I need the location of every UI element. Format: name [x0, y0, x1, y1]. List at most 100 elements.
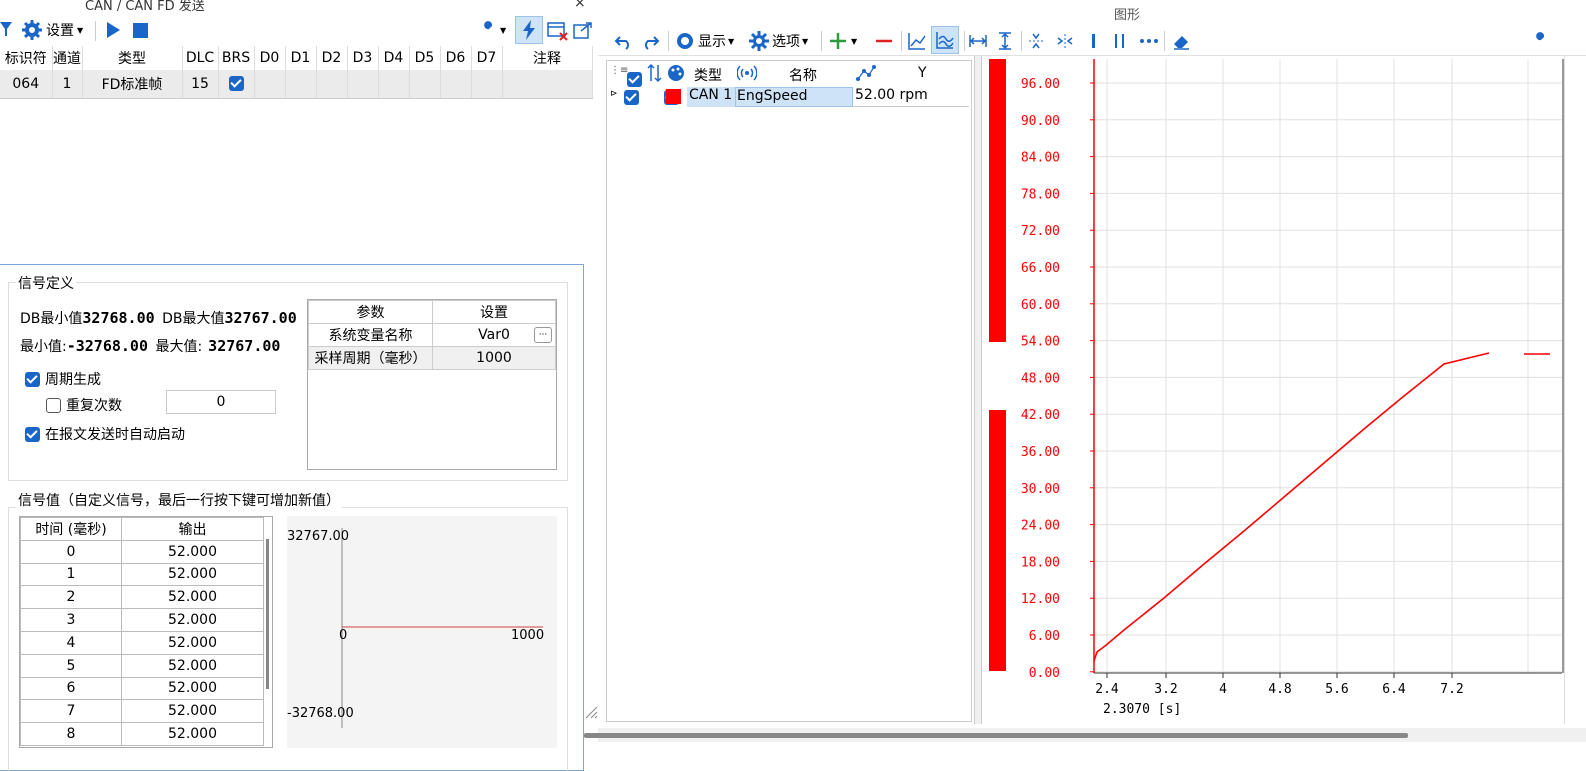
cell-d0[interactable]	[254, 70, 286, 99]
splitter[interactable]	[974, 56, 982, 724]
column-header[interactable]: 标识符	[0, 46, 53, 70]
column-header[interactable]: D6	[440, 46, 472, 70]
table-row[interactable]: 6 52.000	[20, 676, 264, 701]
column-header[interactable]: DLC	[182, 46, 219, 70]
time-cell[interactable]: 2	[20, 585, 122, 610]
horizontal-scrollbar[interactable]	[584, 728, 1586, 742]
header-type[interactable]: 类型	[694, 65, 722, 85]
output-cell[interactable]: 52.000	[121, 653, 264, 678]
time-cell[interactable]: 3	[20, 608, 122, 632]
column-header[interactable]: 通道	[52, 46, 83, 70]
signal-row[interactable]: ⊳ CAN 1 EngSpeed 52.00 rpm	[607, 87, 971, 107]
output-cell[interactable]: 52.000	[121, 562, 264, 587]
output-cell[interactable]: 52.000	[121, 608, 264, 632]
table-row[interactable]: 3 52.000	[20, 608, 264, 632]
output-cell[interactable]: 52.000	[121, 585, 264, 610]
table-row[interactable]: 0 52.000	[20, 539, 264, 564]
column-header[interactable]: D3	[347, 46, 379, 70]
fit-y-button[interactable]	[995, 28, 1015, 54]
scrollbar-thumb[interactable]	[584, 733, 1408, 738]
table-row[interactable]: 1 52.000	[20, 562, 264, 587]
more-button[interactable]	[1138, 28, 1160, 54]
header-y[interactable]: Y	[918, 65, 927, 81]
param-row[interactable]: 采样周期（毫秒） 1000	[308, 346, 556, 370]
cell-d4[interactable]	[378, 70, 410, 99]
resize-grip[interactable]	[584, 705, 598, 723]
column-header[interactable]: D5	[409, 46, 441, 70]
time-cell[interactable]: 7	[20, 699, 122, 724]
output-cell[interactable]: 52.000	[121, 676, 264, 701]
redo-button[interactable]	[640, 28, 660, 54]
table-row[interactable]: 5 52.000	[20, 653, 264, 678]
close-button[interactable]: ×	[574, 0, 586, 11]
row-enable-checkbox[interactable]	[624, 89, 639, 105]
autostart-checkbox[interactable]	[25, 426, 40, 442]
wave-chart-button[interactable]	[931, 26, 959, 54]
options-button[interactable]: 选项 ▼	[749, 28, 808, 54]
cursor-button[interactable]	[1084, 28, 1104, 54]
repeat-option[interactable]: 重复次数	[46, 395, 122, 415]
cell-d5[interactable]	[409, 70, 441, 99]
time-cell[interactable]: 4	[20, 630, 122, 655]
cell-d7[interactable]	[471, 70, 503, 99]
export-button[interactable]	[573, 18, 595, 44]
color-swatch[interactable]	[666, 89, 681, 104]
column-header[interactable]: D2	[316, 46, 348, 70]
tools-button[interactable]	[1530, 28, 1550, 54]
cell-dlc[interactable]: 15	[182, 70, 219, 99]
add-signal-button[interactable]: ▼	[828, 28, 857, 54]
stop-button[interactable]	[132, 17, 150, 43]
time-cell[interactable]: 8	[20, 722, 122, 746]
cell-comment[interactable]	[502, 70, 593, 99]
param-value[interactable]: 1000	[432, 346, 556, 370]
eraser-button[interactable]	[1171, 28, 1191, 54]
time-cell[interactable]: 1	[20, 562, 122, 587]
output-cell[interactable]: 52.000	[121, 630, 264, 655]
cell-id[interactable]: 064	[0, 70, 53, 99]
ellipsis-button[interactable]: ···	[534, 327, 552, 343]
zoom-y-button[interactable]	[1026, 28, 1046, 54]
table-row[interactable]: 064 1 FD标准帧 15	[0, 70, 593, 99]
sort-icon[interactable]	[647, 63, 663, 87]
cell-d1[interactable]	[285, 70, 317, 99]
time-cell[interactable]: 0	[20, 539, 122, 564]
output-cell[interactable]: 52.000	[121, 722, 264, 746]
cell-d6[interactable]	[440, 70, 472, 99]
time-cell[interactable]: 5	[20, 653, 122, 678]
cell-d2[interactable]	[316, 70, 348, 99]
select-all-checkbox[interactable]	[627, 71, 642, 87]
cell-d3[interactable]	[347, 70, 379, 99]
brs-checkbox[interactable]	[228, 76, 244, 92]
table-row[interactable]: 2 52.000	[20, 585, 264, 610]
header-name[interactable]: 名称	[789, 65, 817, 85]
zoom-x-button[interactable]	[1055, 28, 1075, 54]
periodic-checkbox[interactable]	[25, 371, 40, 387]
periodic-option[interactable]: 周期生成	[25, 369, 101, 389]
table-row[interactable]: 4 52.000	[20, 630, 264, 655]
table-row[interactable]: 7 52.000	[20, 699, 264, 724]
column-header[interactable]: BRS	[218, 46, 255, 70]
autostart-option[interactable]: 在报文发送时自动启动	[25, 424, 185, 444]
repeat-count-input[interactable]: 0	[166, 390, 276, 414]
table-row[interactable]: 8 52.000	[20, 722, 264, 746]
fit-x-button[interactable]	[968, 28, 988, 54]
filter-icon[interactable]	[0, 16, 14, 42]
display-button[interactable]: 显示 ▼	[675, 28, 734, 54]
column-header[interactable]: 注释	[502, 46, 593, 70]
lightning-button[interactable]	[515, 16, 543, 44]
output-cell[interactable]: 52.000	[121, 539, 264, 564]
window-close-button[interactable]	[547, 18, 569, 44]
column-header[interactable]: D1	[285, 46, 317, 70]
palette-icon[interactable]	[667, 64, 685, 86]
time-cell[interactable]: 6	[20, 676, 122, 701]
double-cursor-button[interactable]	[1110, 28, 1130, 54]
column-header[interactable]: 类型	[82, 46, 183, 70]
param-value[interactable]: Var0 ···	[432, 323, 556, 347]
scrollbar[interactable]	[266, 539, 269, 689]
undo-button[interactable]	[614, 28, 634, 54]
expand-icon[interactable]: ⊳	[610, 89, 618, 99]
line-chart-button[interactable]	[907, 28, 927, 54]
settings-button[interactable]: 设置 ▼	[22, 17, 83, 43]
output-cell[interactable]: 52.000	[121, 699, 264, 724]
tools-button[interactable]: ▼	[478, 17, 506, 43]
